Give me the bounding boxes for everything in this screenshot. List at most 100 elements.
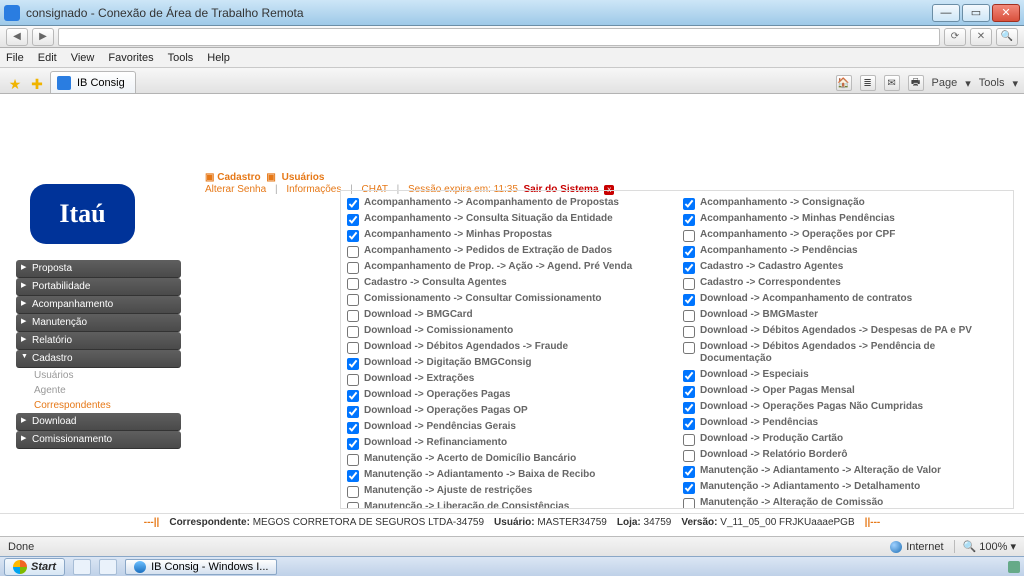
tools-menu[interactable]: Tools <box>979 77 1005 89</box>
permission-checkbox[interactable] <box>347 374 359 386</box>
permission-label: Manutenção -> Ajuste de restrições <box>364 485 532 498</box>
permission-row: Comissionamento -> Consultar Comissionam… <box>347 291 671 307</box>
permission-checkbox[interactable] <box>683 198 695 210</box>
sidenav-item[interactable]: Download <box>16 413 181 431</box>
permission-label: Acompanhamento -> Minhas Pendências <box>700 213 895 226</box>
permission-checkbox[interactable] <box>683 450 695 462</box>
mail-icon[interactable]: ✉ <box>884 75 900 91</box>
permission-checkbox[interactable] <box>347 454 359 466</box>
footer-user-value: MASTER34759 <box>537 517 606 528</box>
permission-checkbox[interactable] <box>347 470 359 482</box>
quicklaunch-1[interactable] <box>73 559 91 575</box>
permission-checkbox[interactable] <box>683 342 695 354</box>
sidenav-item[interactable]: Acompanhamento <box>16 296 181 314</box>
permission-checkbox[interactable] <box>347 406 359 418</box>
permission-checkbox[interactable] <box>683 230 695 242</box>
taskbar-item-ie[interactable]: IB Consig - Windows I... <box>125 559 277 575</box>
maximize-button[interactable]: ▭ <box>962 4 990 22</box>
sidenav-item[interactable]: Comissionamento <box>16 431 181 449</box>
menu-edit[interactable]: Edit <box>38 52 57 64</box>
menu-view[interactable]: View <box>71 52 95 64</box>
permission-checkbox[interactable] <box>683 310 695 322</box>
sidenav-subitem[interactable]: Usuários <box>16 368 181 383</box>
permission-checkbox[interactable] <box>683 418 695 430</box>
permission-checkbox[interactable] <box>683 370 695 382</box>
sidenav-item[interactable]: Manutenção <box>16 314 181 332</box>
permission-checkbox[interactable] <box>683 246 695 258</box>
permission-checkbox[interactable] <box>683 326 695 338</box>
permission-checkbox[interactable] <box>683 386 695 398</box>
favorites-star-icon[interactable]: ★ <box>6 75 24 93</box>
close-button[interactable]: ✕ <box>992 4 1020 22</box>
permission-checkbox[interactable] <box>683 434 695 446</box>
permission-checkbox[interactable] <box>347 214 359 226</box>
permission-checkbox[interactable] <box>347 486 359 498</box>
refresh-button[interactable]: ⟳ <box>944 28 966 46</box>
system-tray <box>1008 561 1020 573</box>
stop-button[interactable]: ✕ <box>970 28 992 46</box>
permission-row: Acompanhamento -> Operações por CPF <box>683 227 1007 243</box>
menu-tools[interactable]: Tools <box>168 52 194 64</box>
permission-checkbox[interactable] <box>347 358 359 370</box>
zoom-control[interactable]: 🔍 100% ▾ <box>954 540 1016 553</box>
permission-checkbox[interactable] <box>347 246 359 258</box>
back-button[interactable]: ◀ <box>6 28 28 46</box>
forward-button[interactable]: ▶ <box>32 28 54 46</box>
permission-checkbox[interactable] <box>683 498 695 510</box>
permission-checkbox[interactable] <box>683 482 695 494</box>
address-bar[interactable] <box>58 28 940 46</box>
sidenav-item[interactable]: Cadastro <box>16 350 181 368</box>
menu-favorites[interactable]: Favorites <box>108 52 153 64</box>
permission-checkbox[interactable] <box>347 390 359 402</box>
breadcrumb-b[interactable]: Usuários <box>282 172 325 183</box>
quicklaunch-2[interactable] <box>99 559 117 575</box>
permission-checkbox[interactable] <box>347 262 359 274</box>
permission-row: Download -> BMGMaster <box>683 307 1007 323</box>
permission-label: Download -> Operações Pagas Não Cumprida… <box>700 401 923 414</box>
search-icon[interactable]: 🔍 <box>996 28 1018 46</box>
minimize-button[interactable]: — <box>932 4 960 22</box>
security-zone[interactable]: Internet <box>890 541 943 553</box>
permission-checkbox[interactable] <box>347 438 359 450</box>
menu-help[interactable]: Help <box>207 52 230 64</box>
permission-checkbox[interactable] <box>683 278 695 290</box>
sidenav-item[interactable]: Portabilidade <box>16 278 181 296</box>
sidenav-item[interactable]: Relatório <box>16 332 181 350</box>
home-icon[interactable]: 🏠 <box>836 75 852 91</box>
permission-checkbox[interactable] <box>347 198 359 210</box>
print-icon[interactable]: 🖶 <box>908 75 924 91</box>
sidenav-subitem[interactable]: Correspondentes <box>16 398 181 413</box>
permission-checkbox[interactable] <box>683 214 695 226</box>
permission-row: Download -> Débitos Agendados -> Despesa… <box>683 323 1007 339</box>
window-titlebar: consignado - Conexão de Área de Trabalho… <box>0 0 1024 26</box>
permission-row: Download -> Pendências <box>683 415 1007 431</box>
permission-checkbox[interactable] <box>347 310 359 322</box>
permission-checkbox[interactable] <box>683 294 695 306</box>
page-menu[interactable]: Page <box>932 77 958 89</box>
permission-checkbox[interactable] <box>347 422 359 434</box>
permission-checkbox[interactable] <box>683 466 695 478</box>
menu-file[interactable]: File <box>6 52 24 64</box>
link-informacoes[interactable]: Informações <box>286 184 341 195</box>
permission-checkbox[interactable] <box>683 402 695 414</box>
permission-checkbox[interactable] <box>347 230 359 242</box>
add-favorites-icon[interactable]: ✚ <box>28 75 46 93</box>
tray-icon[interactable] <box>1008 561 1020 573</box>
browser-tab[interactable]: IB Consig <box>50 71 136 93</box>
permission-checkbox[interactable] <box>347 294 359 306</box>
permission-checkbox[interactable] <box>347 342 359 354</box>
sidenav-item[interactable]: Proposta <box>16 260 181 278</box>
permission-row: Download -> Refinanciamento <box>347 435 671 451</box>
permission-checkbox[interactable] <box>347 278 359 290</box>
breadcrumb-a[interactable]: Cadastro <box>217 172 260 183</box>
permission-label: Manutenção -> Adiantamento -> Detalhamen… <box>700 481 920 494</box>
permission-checkbox[interactable] <box>347 326 359 338</box>
start-button[interactable]: Start <box>4 558 65 576</box>
permission-row: Acompanhamento -> Consulta Situação da E… <box>347 211 671 227</box>
feeds-icon[interactable]: ≣ <box>860 75 876 91</box>
permission-checkbox[interactable] <box>683 262 695 274</box>
permission-row: Acompanhamento -> Minhas Pendências <box>683 211 1007 227</box>
sidenav-subitem[interactable]: Agente <box>16 383 181 398</box>
permission-checkbox[interactable] <box>347 502 359 510</box>
link-alterar-senha[interactable]: Alterar Senha <box>205 184 266 195</box>
